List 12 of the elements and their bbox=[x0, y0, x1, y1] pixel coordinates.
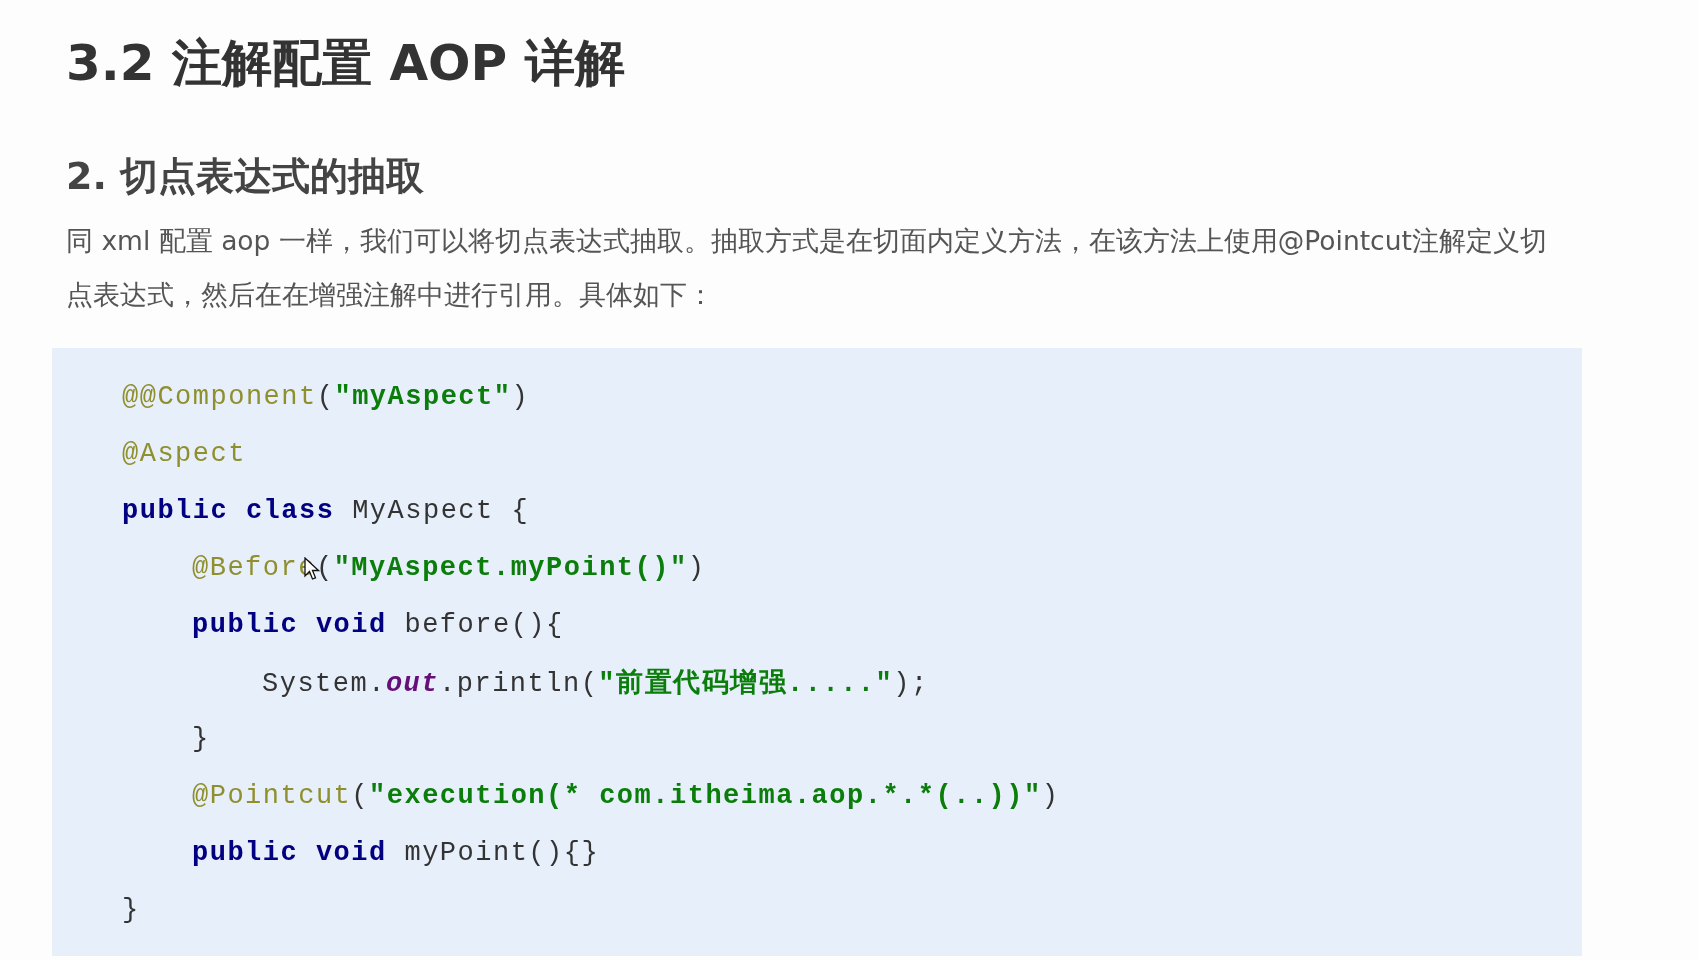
code-line: } bbox=[122, 894, 140, 925]
page-heading: 3.2 注解配置 AOP 详解 bbox=[66, 33, 626, 94]
code-line: @Aspect bbox=[122, 438, 246, 469]
code-line: public void myPoint(){} bbox=[192, 837, 600, 868]
code-line: public void before(){ bbox=[192, 609, 564, 640]
code-line: System.out.println("前置代码增强....."); bbox=[262, 667, 929, 700]
code-line: } bbox=[192, 723, 210, 754]
code-line: @@Component("myAspect") bbox=[122, 381, 530, 412]
section-heading: 2. 切点表达式的抽取 bbox=[66, 153, 426, 200]
paragraph: 同 xml 配置 aop 一样，我们可以将切点表达式抽取。抽取方式是在切面内定义方法，在该方法上使用@Pointcut注解定义切点表达式，然后在在增强注解中进行引用。具体如下： bbox=[66, 224, 1548, 312]
code-line: public class MyAspect { bbox=[122, 495, 530, 526]
code-line: @Pointcut("execution(* com.itheima.aop.*.*(..))") bbox=[192, 780, 1060, 811]
